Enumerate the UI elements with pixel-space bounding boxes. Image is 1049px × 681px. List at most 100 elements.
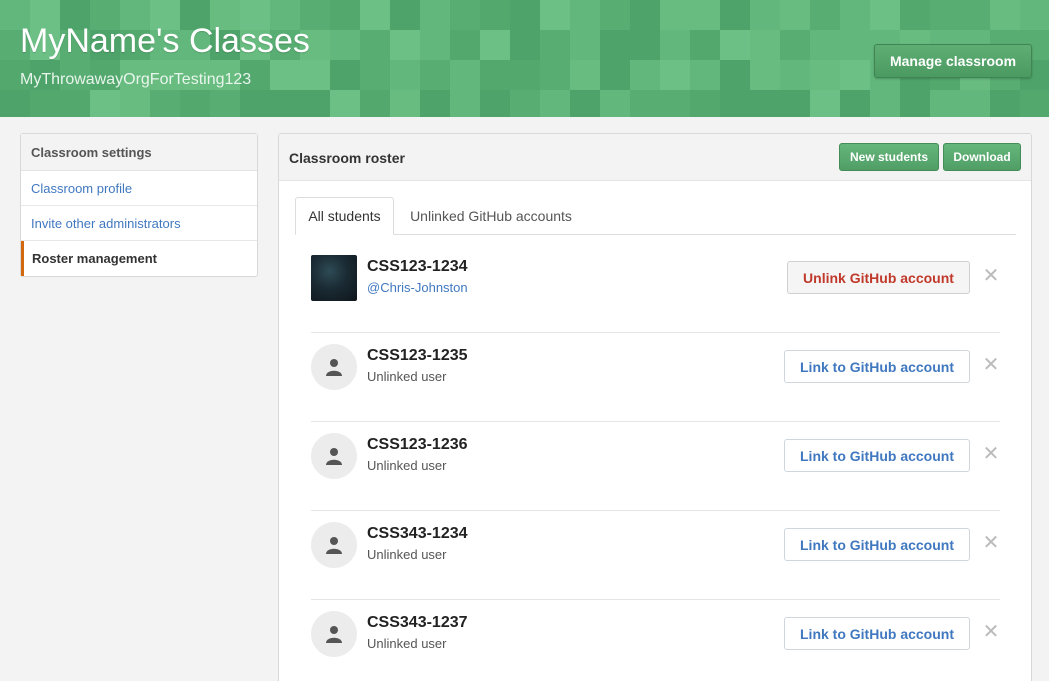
header-pattern-tile [810, 0, 840, 30]
header-pattern-tile [510, 60, 540, 90]
header-pattern-tile [720, 0, 750, 30]
sidebar-item-roster-management[interactable]: Roster management [21, 241, 257, 276]
student-row: CSS123-1235 Unlinked user Link to GitHub… [311, 333, 1000, 422]
header-pattern-tile [570, 30, 600, 60]
header-pattern-tile [450, 0, 480, 30]
header-pattern-tile [780, 30, 810, 60]
user-avatar [311, 255, 357, 301]
header-pattern-tile [60, 90, 90, 117]
header-pattern-tile [180, 90, 210, 117]
header-pattern-tile [600, 60, 630, 90]
header-pattern-tile [150, 90, 180, 117]
download-button[interactable]: Download [943, 143, 1021, 171]
header-pattern-tile [960, 0, 990, 30]
header-pattern-tile [330, 60, 360, 90]
header-pattern-tile [690, 60, 720, 90]
header-pattern-tile [900, 0, 930, 30]
link-github-button[interactable]: Link to GitHub account [784, 617, 970, 650]
header-pattern-tile [750, 60, 780, 90]
header-pattern-tile [1020, 0, 1049, 30]
link-github-button[interactable]: Link to GitHub account [784, 439, 970, 472]
link-github-button[interactable]: Link to GitHub account [784, 528, 970, 561]
remove-student-icon[interactable]: ✕ [982, 622, 1000, 642]
roster-title: Classroom roster [289, 150, 405, 166]
header-pattern-tile [480, 0, 510, 30]
student-row: CSS123-1234 @Chris-Johnston Unlink GitHu… [311, 244, 1000, 333]
header-pattern-tile [510, 30, 540, 60]
header-pattern-tile [930, 0, 960, 30]
header-pattern-tile [630, 0, 660, 30]
header-pattern-tile [390, 0, 420, 30]
tab-all-students[interactable]: All students [295, 197, 394, 235]
header-pattern-tile [840, 30, 870, 60]
manage-classroom-button[interactable]: Manage classroom [874, 44, 1032, 78]
header-pattern-tile [840, 90, 870, 117]
header-pattern-tile [210, 90, 240, 117]
header-pattern-tile [360, 0, 390, 30]
classroom-header: MyName's Classes MyThrowawayOrgForTestin… [0, 0, 1049, 117]
roster-panel-header: Classroom roster New students Download [279, 134, 1031, 181]
header-pattern-tile [720, 60, 750, 90]
header-pattern-tile [1020, 90, 1049, 117]
header-pattern-tile [720, 90, 750, 117]
unlink-github-button[interactable]: Unlink GitHub account [787, 261, 970, 294]
person-icon [311, 433, 357, 479]
header-pattern-tile [960, 90, 990, 117]
header-pattern-tile [630, 60, 660, 90]
header-pattern-tile [690, 90, 720, 117]
remove-student-icon[interactable]: ✕ [982, 266, 1000, 286]
header-pattern-tile [510, 0, 540, 30]
header-pattern-tile [390, 30, 420, 60]
roster-panel: Classroom roster New students Download A… [278, 133, 1032, 681]
header-pattern-tile [690, 30, 720, 60]
header-pattern-tile [480, 30, 510, 60]
header-pattern-tile [360, 90, 390, 117]
settings-sidebar: Classroom settings Classroom profile Inv… [20, 133, 258, 277]
header-pattern-tile [480, 60, 510, 90]
header-pattern-tile [390, 90, 420, 117]
student-list: CSS123-1234 @Chris-Johnston Unlink GitHu… [311, 244, 1000, 681]
header-pattern-tile [450, 30, 480, 60]
header-pattern-tile [540, 0, 570, 30]
tab-unlinked-accounts[interactable]: Unlinked GitHub accounts [401, 197, 581, 235]
link-github-button[interactable]: Link to GitHub account [784, 350, 970, 383]
header-pattern-tile [360, 60, 390, 90]
remove-student-icon[interactable]: ✕ [982, 355, 1000, 375]
header-pattern-tile [690, 0, 720, 30]
student-identifier: CSS123-1236 [367, 436, 468, 453]
student-identifier: CSS343-1234 [367, 525, 468, 542]
header-pattern-tile [810, 30, 840, 60]
header-pattern-tile [510, 90, 540, 117]
header-pattern-tile [600, 30, 630, 60]
new-students-button[interactable]: New students [839, 143, 939, 171]
github-username-link[interactable]: @Chris-Johnston [367, 280, 468, 295]
header-pattern-tile [720, 30, 750, 60]
header-pattern-tile [570, 0, 600, 30]
student-identifier: CSS123-1235 [367, 347, 468, 364]
sidebar-heading: Classroom settings [21, 134, 257, 171]
header-pattern-tile [240, 90, 270, 117]
header-pattern-tile [330, 0, 360, 30]
header-pattern-tile [630, 90, 660, 117]
header-pattern-tile [780, 0, 810, 30]
header-pattern-tile [570, 60, 600, 90]
student-status: Unlinked user [367, 369, 447, 384]
remove-student-icon[interactable]: ✕ [982, 444, 1000, 464]
header-pattern-tile [450, 60, 480, 90]
header-pattern-tile [660, 90, 690, 117]
header-pattern-tile [660, 30, 690, 60]
remove-student-icon[interactable]: ✕ [982, 533, 1000, 553]
header-pattern-tile [0, 90, 30, 117]
header-pattern-tile [90, 90, 120, 117]
header-pattern-tile [600, 0, 630, 30]
header-pattern-tile [780, 60, 810, 90]
sidebar-item-classroom-profile[interactable]: Classroom profile [21, 171, 257, 206]
header-pattern-tile [270, 60, 300, 90]
header-pattern-tile [330, 90, 360, 117]
header-pattern-tile [420, 0, 450, 30]
header-pattern-tile [810, 90, 840, 117]
sidebar-item-invite-administrators[interactable]: Invite other administrators [21, 206, 257, 241]
header-pattern-tile [870, 90, 900, 117]
header-pattern-tile [540, 90, 570, 117]
header-pattern-tile [570, 90, 600, 117]
